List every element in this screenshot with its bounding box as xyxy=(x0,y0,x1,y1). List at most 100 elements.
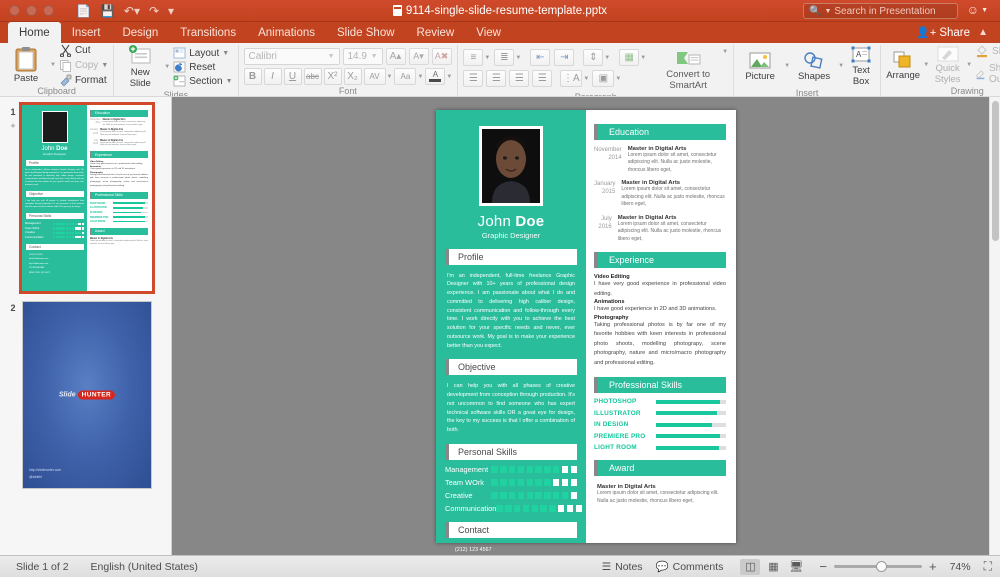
tab-view[interactable]: View xyxy=(465,22,512,43)
notes-button[interactable]: ☰ Notes xyxy=(602,561,643,573)
tab-animations[interactable]: Animations xyxy=(247,22,326,43)
tab-design[interactable]: Design xyxy=(111,22,169,43)
search-input[interactable]: 🔍 ▼ Search in Presentation xyxy=(803,3,958,19)
thumbnail-item-1[interactable]: 1 ✦ John Doe Graphic Designer Profile I'… xyxy=(0,105,171,301)
slide2-link-1[interactable]: http://slidehunter.com xyxy=(29,467,61,473)
decrease-font-size-button[interactable]: A▾ xyxy=(409,48,429,65)
arrange-button[interactable]: Arrange xyxy=(886,50,920,81)
chevron-down-icon[interactable]: ▼ xyxy=(615,76,621,82)
save-icon[interactable]: 💾 xyxy=(100,5,115,17)
new-slide-dropdown-icon[interactable]: ▼ xyxy=(164,64,170,70)
chevron-down-icon[interactable]: ▼ xyxy=(417,74,423,80)
align-left-button[interactable]: ☰ xyxy=(463,70,483,87)
align-right-button[interactable]: ☰ xyxy=(509,70,529,87)
picture-dropdown-icon[interactable]: ▼ xyxy=(784,63,790,69)
smartart-dropdown-icon[interactable]: ▼ xyxy=(722,49,728,55)
superscript-button[interactable]: X² xyxy=(324,68,342,85)
zoom-in-button[interactable]: + xyxy=(929,559,937,574)
maximize-button[interactable] xyxy=(43,5,54,16)
view-slide-sorter-button[interactable]: ▦ xyxy=(763,559,783,575)
collapse-ribbon-icon[interactable]: ▲ xyxy=(978,22,988,43)
text-direction-button[interactable]: ⋮A xyxy=(560,70,582,87)
quick-styles-button[interactable]: Quick Styles xyxy=(932,45,963,85)
tab-insert[interactable]: Insert xyxy=(61,22,112,43)
thumbnail-preview-2[interactable]: Slide HUNTER http://slidehunter.com @sli… xyxy=(22,301,152,489)
chevron-down-icon[interactable]: ▼ xyxy=(387,74,393,80)
zoom-percent-label[interactable]: 74% xyxy=(950,561,971,573)
character-spacing-button[interactable]: AV xyxy=(364,68,386,85)
new-slide-button[interactable]: New Slide xyxy=(119,45,161,89)
fit-to-window-icon[interactable]: ⛶ xyxy=(984,559,992,574)
shapes-dropdown-icon[interactable]: ▼ xyxy=(838,63,844,69)
increase-indent-button[interactable]: ⇥ xyxy=(554,49,574,66)
chevron-down-icon[interactable]: ▼ xyxy=(583,76,589,82)
view-normal-button[interactable]: ◫ xyxy=(740,559,760,575)
comments-button[interactable]: 💬 Comments xyxy=(656,560,724,573)
cut-button[interactable]: Cut xyxy=(59,44,108,57)
scrollbar-thumb[interactable] xyxy=(992,101,999,241)
bold-button[interactable]: B xyxy=(244,68,262,85)
convert-to-smartart-button[interactable]: Convert to SmartArt xyxy=(657,49,719,91)
minimize-button[interactable] xyxy=(26,5,37,16)
language-label[interactable]: English (United States) xyxy=(91,561,198,573)
zoom-track[interactable] xyxy=(834,565,922,568)
share-button[interactable]: 👤+ Share xyxy=(916,22,970,43)
subscript-button[interactable]: X₂ xyxy=(344,68,362,85)
shapes-button[interactable]: Shapes xyxy=(793,51,835,82)
thumbnail-preview-1[interactable]: John Doe Graphic Designer Profile I'm an… xyxy=(22,105,152,291)
chevron-down-icon[interactable]: ▼ xyxy=(446,74,452,80)
canvas-vertical-scrollbar[interactable] xyxy=(989,97,1000,555)
font-size-select[interactable]: 14.9 ▼ xyxy=(343,48,383,65)
chevron-down-icon[interactable]: ▼ xyxy=(484,55,490,61)
close-button[interactable] xyxy=(9,5,20,16)
paste-dropdown-icon[interactable]: ▼ xyxy=(50,62,56,68)
quick-styles-dropdown-icon[interactable]: ▼ xyxy=(966,62,972,68)
zoom-slider[interactable]: − + xyxy=(819,559,936,574)
font-color-button[interactable]: A xyxy=(425,68,445,85)
layout-button[interactable]: Layout ▼ xyxy=(173,47,232,59)
zoom-out-button[interactable]: − xyxy=(819,559,827,574)
align-text-button[interactable]: ▣ xyxy=(592,70,614,87)
slide-canvas[interactable]: John Doe Graphic Designer Profile I'm an… xyxy=(172,97,1000,555)
line-spacing-button[interactable]: ⇕ xyxy=(583,49,603,66)
chevron-down-icon[interactable]: ▼ xyxy=(604,55,610,61)
numbering-button[interactable]: ≣ xyxy=(494,49,514,66)
zoom-knob[interactable] xyxy=(876,561,887,572)
strikethrough-button[interactable]: abc xyxy=(304,68,322,85)
chevron-down-icon[interactable]: ▼ xyxy=(640,55,646,61)
picture-button[interactable]: Picture xyxy=(739,51,781,82)
undo-icon[interactable]: ↶▾ xyxy=(124,5,140,17)
shape-outline-button[interactable]: Shape Outline ▼ xyxy=(975,63,1000,85)
text-box-button[interactable]: A Text Box xyxy=(847,45,875,87)
presentation-view-icon[interactable]: 📄 xyxy=(76,5,91,17)
increase-font-size-button[interactable]: A▴ xyxy=(386,48,406,65)
section-button[interactable]: Section ▼ xyxy=(173,75,232,87)
tab-transitions[interactable]: Transitions xyxy=(169,22,247,43)
slide2-link-2[interactable]: @slidehl xyxy=(29,474,61,480)
view-presenter-button[interactable]: 🖥 xyxy=(786,559,806,575)
italic-button[interactable]: I xyxy=(264,68,282,85)
align-center-button[interactable]: ☰ xyxy=(486,70,506,87)
customize-toolbar-icon[interactable]: ▾ xyxy=(168,5,174,17)
bullets-button[interactable]: ≡ xyxy=(463,49,483,66)
slide-thumbnail-pane[interactable]: 1 ✦ John Doe Graphic Designer Profile I'… xyxy=(0,97,172,555)
columns-button[interactable]: ▦ xyxy=(619,49,639,66)
copy-button[interactable]: Copy ▼ xyxy=(59,59,108,72)
clear-formatting-button[interactable]: A✖ xyxy=(432,48,452,65)
tab-review[interactable]: Review xyxy=(406,22,466,43)
underline-button[interactable]: U xyxy=(284,68,302,85)
reset-button[interactable]: Reset xyxy=(173,61,232,73)
thumbnail-item-2[interactable]: 2 Slide HUNTER http://slidehunter.com @s… xyxy=(0,301,171,499)
slide-1[interactable]: John Doe Graphic Designer Profile I'm an… xyxy=(436,110,736,543)
justify-button[interactable]: ☰ xyxy=(532,70,552,87)
font-name-select[interactable]: Calibri ▼ xyxy=(244,48,340,65)
arrange-dropdown-icon[interactable]: ▼ xyxy=(923,62,929,68)
tab-slide-show[interactable]: Slide Show xyxy=(326,22,406,43)
paste-button[interactable]: Paste xyxy=(5,46,47,84)
shape-fill-button[interactable]: Shape Fill ▼ xyxy=(975,45,1000,58)
redo-icon[interactable]: ↷ xyxy=(149,5,159,17)
decrease-indent-button[interactable]: ⇤ xyxy=(530,49,550,66)
tab-home[interactable]: Home xyxy=(8,22,61,43)
feedback-smiley-button[interactable]: ☺ ▼ xyxy=(967,3,988,17)
chevron-down-icon[interactable]: ▼ xyxy=(515,55,521,61)
